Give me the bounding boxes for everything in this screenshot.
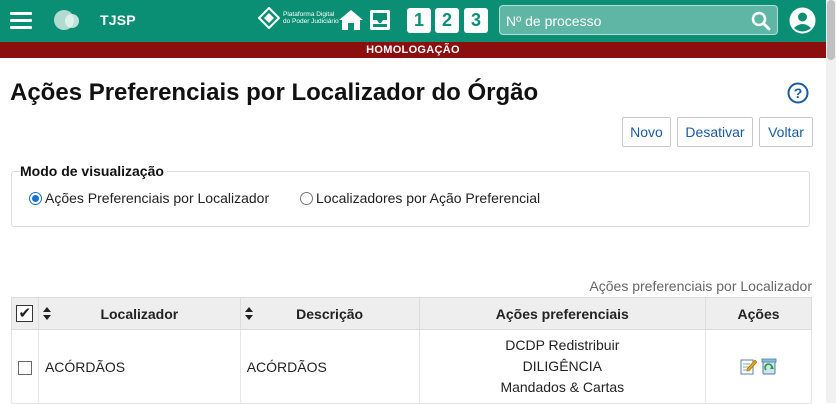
search-icon[interactable]: [751, 11, 771, 31]
radio-label: Localizadores por Ação Preferencial: [316, 190, 541, 206]
app-logo: [52, 8, 82, 34]
view-mode-by-localizador-option[interactable]: Ações Preferenciais por Localizador: [29, 190, 269, 206]
page-scrollbar[interactable]: [826, 0, 836, 403]
column-header-localizador[interactable]: Localizador: [37, 297, 241, 330]
preferred-action-item: DILIGÊNCIA: [522, 358, 602, 374]
select-all-header: [11, 297, 39, 330]
row-checkbox[interactable]: [17, 360, 32, 375]
user-icon[interactable]: [789, 7, 816, 34]
inbox-icon[interactable]: [368, 8, 392, 32]
desativar-button[interactable]: Desativar: [677, 117, 753, 147]
scrollbar-thumb[interactable]: [827, 0, 835, 60]
edit-icon[interactable]: [740, 358, 757, 375]
process-search-box: [499, 5, 778, 35]
svg-text:?: ?: [794, 85, 803, 101]
row-select-cell: [11, 329, 39, 404]
voltar-button[interactable]: Voltar: [759, 117, 813, 147]
column-label: Descrição: [296, 305, 364, 322]
table-row: ACÓRDÃOS ACÓRDÃOS DCDP Redistribuir DILI…: [11, 329, 812, 404]
radio-selected[interactable]: [29, 191, 42, 205]
novo-button[interactable]: Novo: [622, 117, 671, 147]
column-header-acoes: Ações: [705, 297, 812, 330]
pdpj-logo: Plataforma Digital do Poder Judiciário: [258, 7, 339, 29]
localizadores-table: Localizador Descrição Ações preferenciai…: [11, 297, 812, 404]
hamburger-icon[interactable]: [10, 12, 32, 29]
radio-unselected[interactable]: [300, 191, 313, 205]
column-label: Ações: [737, 305, 780, 322]
preferred-action-item: Mandados & Cartas: [500, 379, 625, 395]
preferred-action-item: DCDP Redistribuir: [505, 337, 620, 353]
column-label: Ações preferenciais: [495, 305, 629, 322]
pdpj-diamond-icon: [258, 7, 280, 29]
top-header: TJSP Plataforma Digital do Poder Judiciá…: [0, 0, 826, 42]
table-header-row: Localizador Descrição Ações preferenciai…: [11, 297, 812, 330]
acoes-preferenciais-cell: DCDP Redistribuir DILIGÊNCIA Mandados & …: [418, 329, 707, 404]
page-title: Ações Preferenciais por Localizador do Ó…: [10, 79, 539, 106]
view-mode-legend: Modo de visualização: [20, 163, 167, 179]
sort-icon[interactable]: [42, 307, 51, 320]
descricao-cell: ACÓRDÃOS: [239, 329, 420, 404]
help-icon[interactable]: ?: [787, 82, 809, 104]
column-header-acoes-preferenciais: Ações preferenciais: [418, 297, 707, 330]
sort-icon[interactable]: [244, 307, 253, 320]
home-icon[interactable]: [338, 8, 364, 32]
quick-access-2-button[interactable]: 2: [435, 8, 459, 33]
quick-access-1-button[interactable]: 1: [407, 8, 431, 33]
column-header-descricao[interactable]: Descrição: [239, 297, 420, 330]
table-caption: Ações preferenciais por Localizador: [589, 278, 812, 294]
brand-name: TJSP: [100, 12, 136, 28]
column-label: Localizador: [100, 305, 179, 322]
pdpj-label: Plataforma Digital do Poder Judiciário: [283, 11, 339, 25]
row-actions-cell: [705, 329, 812, 404]
select-all-checkbox[interactable]: [16, 304, 34, 323]
recycle-icon[interactable]: [760, 358, 777, 375]
localizador-cell: ACÓRDÃOS: [37, 329, 241, 404]
view-mode-by-acao-option[interactable]: Localizadores por Ação Preferencial: [300, 190, 540, 206]
process-number-input[interactable]: [506, 11, 746, 31]
radio-label: Ações Preferenciais por Localizador: [45, 190, 270, 206]
quick-access-3-button[interactable]: 3: [464, 8, 488, 33]
environment-banner: HOMOLOGAÇÃO: [0, 42, 826, 58]
